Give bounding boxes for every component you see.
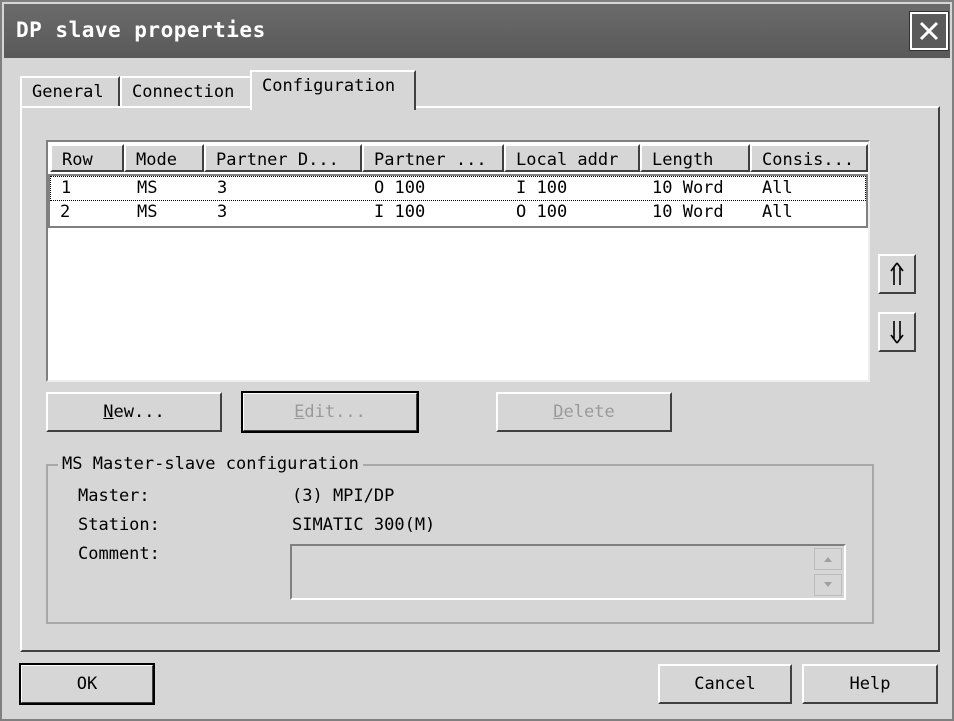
column-header-partner[interactable]: Partner ... xyxy=(362,144,504,172)
comment-field[interactable] xyxy=(290,544,846,600)
move-down-button[interactable] xyxy=(878,312,916,352)
cell-consistency: All xyxy=(762,178,793,198)
cell-row: 1 xyxy=(61,178,72,198)
comment-label: Comment: xyxy=(78,544,160,564)
move-up-button[interactable] xyxy=(878,254,916,294)
cell-length: 10 Word xyxy=(652,178,724,198)
cell-row: 2 xyxy=(60,202,71,222)
column-header-length[interactable]: Length xyxy=(640,144,750,172)
help-button-label: Help xyxy=(849,674,891,694)
column-header-local-addr[interactable]: Local addr xyxy=(504,144,640,172)
column-label: Partner ... xyxy=(374,150,487,170)
column-label: Length xyxy=(652,150,714,170)
column-label: Partner D... xyxy=(216,150,339,170)
edit-button-label: Edit... xyxy=(294,402,366,422)
column-label: Local addr xyxy=(516,150,619,170)
dialog-window: DP slave properties General Connection C… xyxy=(0,0,954,721)
arrow-down-icon xyxy=(890,321,904,344)
table-header: Row Mode Partner D... Partner ... Local … xyxy=(50,144,868,172)
cell-mode: MS xyxy=(137,178,158,198)
configuration-table[interactable]: Row Mode Partner D... Partner ... Local … xyxy=(46,140,870,382)
cell-partner-d: 3 xyxy=(217,202,228,222)
cell-local-addr: I 100 xyxy=(516,178,568,198)
column-header-partner-d[interactable]: Partner D... xyxy=(204,144,362,172)
comment-scroll-down[interactable] xyxy=(814,574,842,596)
master-label: Master: xyxy=(78,486,150,506)
cell-mode: MS xyxy=(137,202,158,222)
station-value: SIMATIC 300(M) xyxy=(292,515,436,535)
cell-length: 10 Word xyxy=(652,202,724,222)
cancel-button[interactable]: Cancel xyxy=(658,664,792,704)
cell-partner: O 100 xyxy=(374,178,426,198)
table-row[interactable]: 2 MS 3 I 100 O 100 10 Word All xyxy=(50,201,866,226)
cell-partner-d: 3 xyxy=(217,178,228,198)
ok-button-label: OK xyxy=(76,674,98,694)
arrow-up-icon xyxy=(890,262,904,285)
table-body: 1 MS 3 O 100 I 100 10 Word All 2 MS 3 I … xyxy=(48,174,868,228)
cell-local-addr: O 100 xyxy=(516,202,568,222)
close-icon xyxy=(919,21,939,41)
column-header-row[interactable]: Row xyxy=(50,144,124,172)
scroll-down-icon xyxy=(824,582,832,587)
group-title: MS Master-slave configuration xyxy=(58,454,363,474)
close-button[interactable] xyxy=(909,11,949,51)
delete-button[interactable]: Delete xyxy=(496,392,672,432)
tab-general-label: General xyxy=(32,82,104,102)
edit-button[interactable]: Edit... xyxy=(241,391,419,433)
help-button[interactable]: Help xyxy=(802,664,938,704)
tab-connection-label: Connection xyxy=(132,82,235,102)
cell-partner: I 100 xyxy=(374,202,426,222)
window-title: DP slave properties xyxy=(16,18,266,42)
new-button-label: New... xyxy=(103,402,165,422)
tab-connection[interactable]: Connection xyxy=(120,76,252,108)
column-header-mode[interactable]: Mode xyxy=(124,144,204,172)
tab-configuration[interactable]: Configuration xyxy=(250,70,416,110)
column-label: Consis... xyxy=(762,150,855,170)
column-label: Row xyxy=(62,150,93,170)
comment-scroll-up[interactable] xyxy=(814,548,842,570)
ok-button[interactable]: OK xyxy=(19,663,155,705)
table-row[interactable]: 1 MS 3 O 100 I 100 10 Word All xyxy=(50,176,866,201)
tab-configuration-label: Configuration xyxy=(262,76,396,96)
tab-general[interactable]: General xyxy=(20,76,120,108)
station-label: Station: xyxy=(78,515,160,535)
cancel-button-label: Cancel xyxy=(694,674,756,694)
cell-consistency: All xyxy=(762,202,793,222)
column-label: Mode xyxy=(136,150,177,170)
title-bar: DP slave properties xyxy=(4,4,950,58)
delete-button-label: Delete xyxy=(553,402,615,422)
scroll-up-icon xyxy=(824,557,832,562)
column-header-consistency[interactable]: Consis... xyxy=(750,144,868,172)
new-button[interactable]: New... xyxy=(46,392,222,432)
master-value: (3) MPI/DP xyxy=(292,486,395,506)
